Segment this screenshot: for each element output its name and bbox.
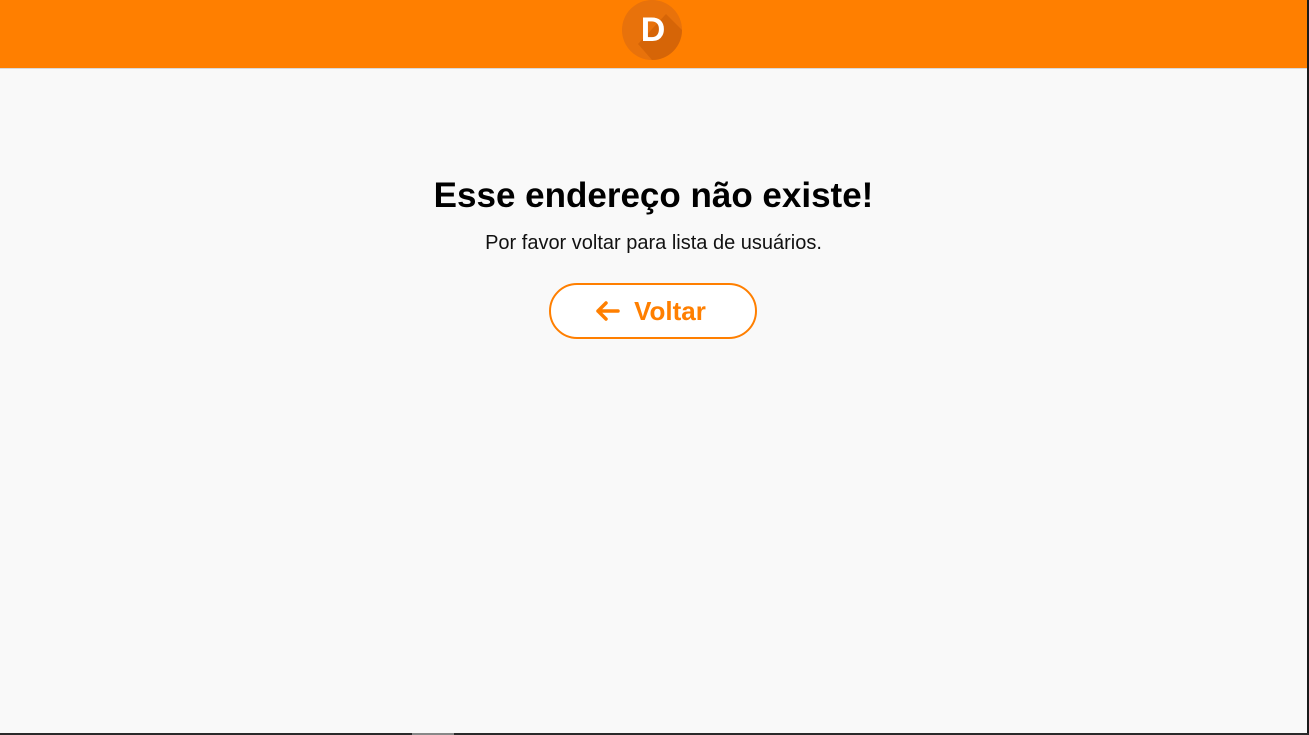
back-button[interactable]: Voltar	[549, 283, 757, 339]
error-page: D Esse endereço não existe! Por favor vo…	[0, 0, 1309, 735]
logo-letter: D	[641, 11, 666, 49]
page-title: Esse endereço não existe!	[433, 176, 874, 215]
page-subtitle: Por favor voltar para lista de usuários.	[485, 232, 822, 254]
back-button-label: Voltar	[634, 296, 706, 326]
header-bar: D	[0, 0, 1307, 69]
app-logo[interactable]: D	[622, 0, 682, 60]
arrow-left-icon	[596, 301, 620, 321]
